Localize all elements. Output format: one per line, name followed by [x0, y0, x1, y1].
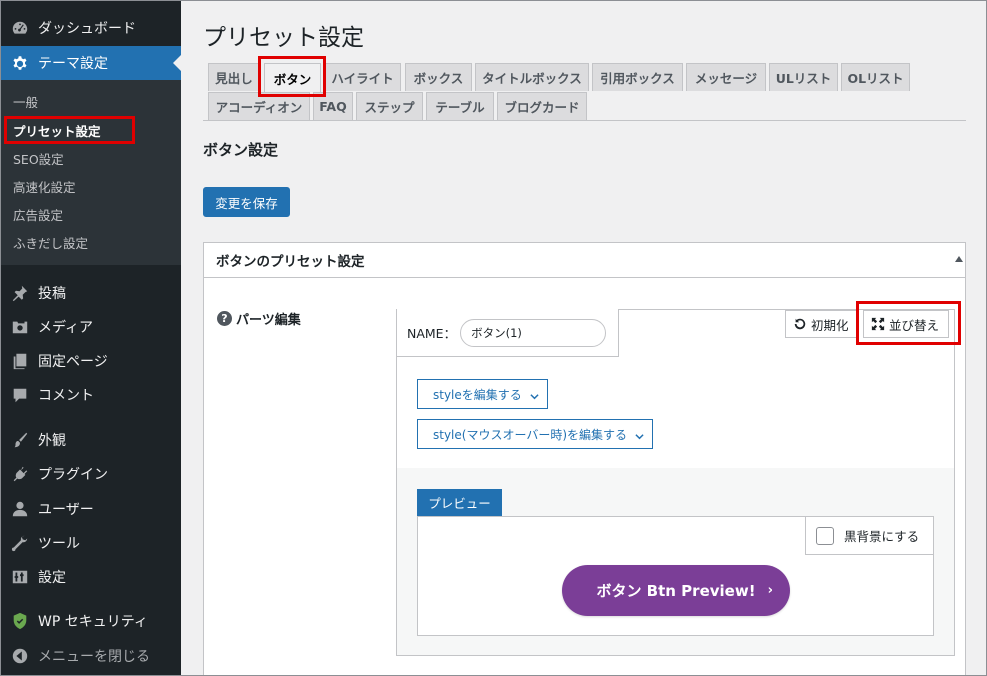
help-question-icon[interactable]: ? — [217, 311, 232, 326]
chevron-right-icon: › — [767, 583, 773, 598]
nav-posts-label: 投稿 — [38, 286, 66, 302]
nav-dashboard[interactable]: ダッシュボード — [0, 11, 181, 45]
theme-settings-submenu: 一般 プリセット設定 SEO設定 高速化設定 広告設定 ふきだし設定 — [0, 80, 181, 265]
tab-blog-card[interactable]: ブログカード — [497, 92, 587, 120]
tab-quote-box[interactable]: 引用ボックス — [592, 63, 683, 91]
nav-pages-label: 固定ページ — [38, 354, 108, 370]
submenu-item-seo[interactable]: SEO設定 — [13, 147, 64, 169]
panel-toggle-up-icon[interactable] — [955, 256, 963, 262]
nav-comments[interactable]: コメント — [0, 378, 181, 412]
chevron-down-icon — [635, 430, 644, 439]
reset-label: 初期化 — [811, 317, 849, 333]
nav-plugins-label: プラグイン — [38, 467, 108, 483]
name-field-group: NAME： — [396, 309, 619, 357]
user-icon — [10, 499, 30, 519]
sort-label: 並び替え — [889, 317, 940, 333]
dark-background-checkbox[interactable] — [816, 526, 834, 545]
panel-title: ボタンのプリセット設定 — [216, 254, 365, 270]
wrench-icon — [10, 533, 30, 553]
nav-plugins[interactable]: プラグイン — [0, 457, 181, 491]
nav-appearance-label: 外観 — [38, 433, 66, 449]
tab-ul-list[interactable]: ULリスト — [769, 63, 838, 91]
tab-title-box[interactable]: タイトルボックス — [475, 63, 589, 91]
submenu-item-general[interactable]: 一般 — [13, 90, 38, 112]
tab-highlight[interactable]: ハイライト — [324, 63, 401, 91]
nav-tools-label: ツール — [38, 536, 80, 552]
nav-settings[interactable]: 設定 — [0, 560, 181, 594]
edit-hover-style-label: style(マウスオーバー時)を編集する — [433, 427, 628, 442]
nav-media[interactable]: メディア — [0, 310, 181, 344]
nav-posts[interactable]: 投稿 — [0, 276, 181, 310]
expand-arrows-icon — [871, 317, 885, 331]
settings-sliders-icon — [10, 567, 30, 587]
preview-tab-label: プレビュー — [417, 489, 502, 516]
nav-theme-settings-label: テーマ設定 — [38, 56, 108, 72]
nav-collapse-label: メニューを閉じる — [38, 649, 150, 665]
panel-header[interactable]: ボタンのプリセット設定 — [204, 243, 965, 278]
parts-edit-label: ? パーツ編集 — [217, 309, 301, 328]
nav-pages[interactable]: 固定ページ — [0, 344, 181, 378]
reset-button[interactable]: 初期化 — [785, 310, 857, 338]
parts-editor: NAME： 初期化 並び替え styleを編集する style(マウスオーバー時… — [396, 309, 955, 656]
name-label: NAME： — [407, 326, 457, 341]
edit-hover-style-dropdown[interactable]: style(マウスオーバー時)を編集する — [417, 419, 654, 449]
tabs-divider — [203, 120, 966, 121]
brush-icon — [10, 430, 30, 450]
dark-background-toggle[interactable]: 黒背景にする — [805, 516, 934, 555]
undo-icon — [794, 318, 806, 330]
nav-theme-settings[interactable]: テーマ設定 — [0, 46, 181, 80]
nav-users-label: ユーザー — [38, 502, 94, 518]
nav-settings-label: 設定 — [38, 570, 66, 586]
admin-sidebar: ダッシュボード テーマ設定 一般 プリセット設定 SEO設定 高速化設定 広告設… — [0, 0, 181, 676]
tab-table[interactable]: テーブル — [426, 92, 494, 120]
name-input[interactable] — [460, 318, 607, 347]
edit-style-dropdown[interactable]: styleを編集する — [417, 379, 548, 409]
nav-tools[interactable]: ツール — [0, 526, 181, 560]
submenu-item-ads[interactable]: 広告設定 — [13, 203, 63, 225]
tab-step[interactable]: ステップ — [356, 92, 423, 120]
section-title: ボタン設定 — [203, 141, 279, 159]
save-changes-button[interactable]: 変更を保存 — [203, 187, 290, 217]
pin-icon — [10, 283, 30, 303]
parts-edit-text: パーツ編集 — [236, 313, 301, 328]
sort-button[interactable]: 並び替え — [863, 310, 949, 338]
page-icon — [10, 351, 30, 371]
button-preset-panel: ボタンのプリセット設定 ? パーツ編集 NAME： 初期化 並び替え style… — [203, 242, 966, 676]
nav-dashboard-label: ダッシュボード — [38, 21, 136, 37]
nav-collapse-menu[interactable]: メニューを閉じる — [0, 639, 181, 673]
preview-button-label: ボタン Btn Preview! — [596, 582, 756, 600]
edit-style-label: styleを編集する — [433, 387, 522, 402]
chevron-down-icon — [530, 390, 539, 399]
tab-faq[interactable]: FAQ — [313, 92, 353, 120]
tab-accordion[interactable]: アコーディオン — [208, 92, 310, 120]
media-icon — [10, 317, 30, 337]
tab-box[interactable]: ボックス — [405, 63, 472, 91]
dark-background-label: 黒背景にする — [844, 529, 920, 544]
tab-button[interactable]: ボタン — [264, 63, 321, 92]
plugin-icon — [10, 464, 30, 484]
nav-wp-security[interactable]: WP セキュリティ — [0, 604, 181, 638]
submenu-item-speed[interactable]: 高速化設定 — [13, 175, 76, 197]
comment-icon — [10, 385, 30, 405]
collapse-arrow-icon — [10, 646, 30, 666]
nav-wp-security-label: WP セキュリティ — [38, 614, 148, 630]
submenu-item-preset[interactable]: プリセット設定 — [13, 119, 101, 141]
nav-users[interactable]: ユーザー — [0, 492, 181, 526]
nav-comments-label: コメント — [38, 388, 94, 404]
tab-heading[interactable]: 見出し — [208, 63, 260, 91]
dashboard-icon — [10, 18, 30, 38]
tab-ol-list[interactable]: OLリスト — [841, 63, 910, 91]
nav-appearance[interactable]: 外観 — [0, 423, 181, 457]
preview-area: 黒背景にする ボタン Btn Preview! › — [417, 516, 934, 636]
submenu-item-balloon[interactable]: ふきだし設定 — [13, 231, 88, 253]
preview-button[interactable]: ボタン Btn Preview! › — [562, 565, 790, 616]
nav-media-label: メディア — [38, 320, 94, 336]
page-title: プリセット設定 — [203, 25, 364, 51]
shield-icon — [10, 611, 30, 631]
tab-message[interactable]: メッセージ — [686, 63, 766, 91]
gear-icon — [10, 53, 30, 73]
